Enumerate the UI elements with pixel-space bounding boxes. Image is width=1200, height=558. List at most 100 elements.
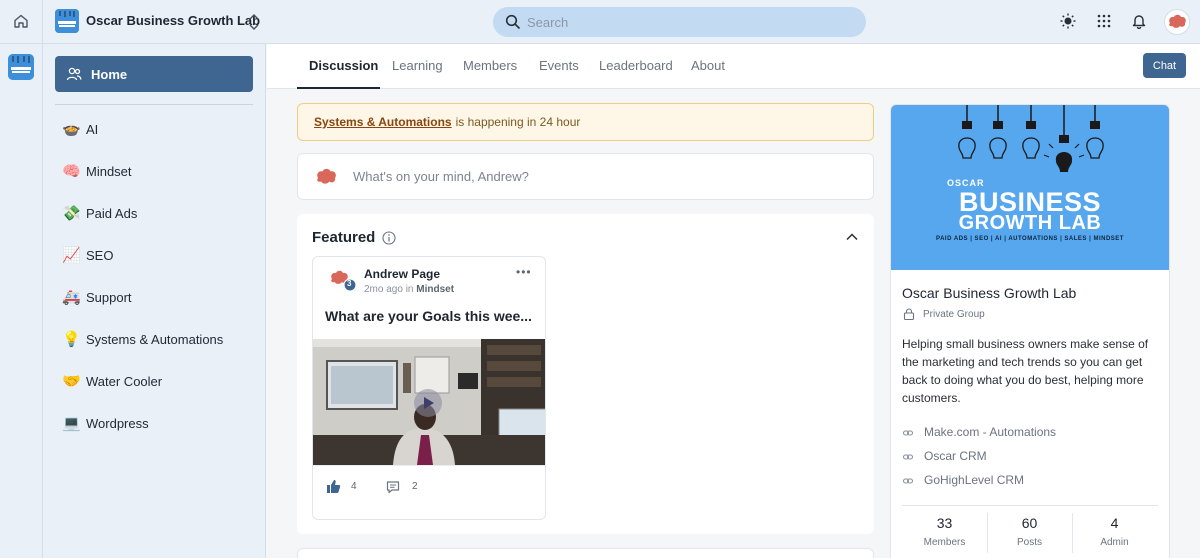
sidebar-item-ai[interactable]: 🍲 AI <box>55 114 253 144</box>
sidebar-item-seo[interactable]: 📈 SEO <box>55 240 253 270</box>
next-post-card[interactable] <box>297 548 874 558</box>
link-label: Make.com - Automations <box>924 425 1057 439</box>
video-thumbnail[interactable] <box>313 339 545 465</box>
sidebar-item-home[interactable]: Home <box>55 56 253 92</box>
tab-learning[interactable]: Learning <box>392 58 443 73</box>
sidebar-item-label: Water Cooler <box>86 373 163 389</box>
post-title[interactable]: What are your Goals this wee... <box>325 308 537 324</box>
stat-value: 33 <box>936 515 953 531</box>
sidebar-item-label: SEO <box>86 247 114 263</box>
tab-about[interactable]: About <box>691 58 725 73</box>
lock-icon <box>903 308 915 321</box>
event-banner-text: is happening in 24 hour <box>455 115 581 129</box>
featured-heading: Featured <box>312 229 396 246</box>
search-input[interactable] <box>527 14 827 30</box>
post-in-word: in <box>405 284 414 295</box>
sidebar-item-systems-automations[interactable]: 💡 Systems & Automations <box>55 324 253 354</box>
tab-discussion[interactable]: Discussion <box>309 58 378 73</box>
stat-label: Admin <box>1100 537 1129 548</box>
channel-emoji-icon: 🤝 <box>62 373 81 390</box>
post-author[interactable]: Andrew Page <box>364 267 440 281</box>
sidebar-item-water-cooler[interactable]: 🤝 Water Cooler <box>55 366 253 396</box>
like-count: 4 <box>351 481 357 492</box>
privacy-label: Private Group <box>923 308 985 320</box>
featured-section: Featured 3 Andrew Page 2mo ago in Mindse… <box>297 214 874 534</box>
stat-value: 60 <box>1021 515 1038 531</box>
user-avatar[interactable] <box>1164 9 1190 35</box>
sidebar-item-support[interactable]: 🚑 Support <box>55 282 253 312</box>
thumbs-up-icon[interactable] <box>326 479 341 494</box>
sidebar-item-label: Home <box>91 66 128 82</box>
link-label: GoHighLevel CRM <box>924 473 1025 487</box>
search-icon <box>505 14 521 30</box>
bell-icon[interactable] <box>1130 12 1148 30</box>
brain-avatar-icon <box>314 168 338 186</box>
group-name[interactable]: Oscar Business Growth Lab <box>86 13 260 28</box>
sidebar-item-paid-ads[interactable]: 💸 Paid Ads <box>55 198 253 228</box>
home-icon[interactable] <box>10 10 32 32</box>
stats-divider <box>902 505 1158 506</box>
featured-title: Featured <box>312 229 376 246</box>
group-switcher-logo[interactable] <box>8 54 34 80</box>
sidebar-divider <box>55 104 253 105</box>
info-icon[interactable] <box>382 230 396 245</box>
sidebar-item-label: AI <box>86 121 99 137</box>
link-icon <box>902 451 914 461</box>
chevron-up-icon[interactable] <box>845 230 859 244</box>
link-icon <box>902 427 914 437</box>
channel-emoji-icon: 🧠 <box>62 163 81 180</box>
level-badge: 3 <box>347 279 352 288</box>
link-icon <box>902 475 914 485</box>
comment-icon[interactable] <box>386 480 400 494</box>
link-oscar-crm[interactable]: Oscar CRM <box>902 449 987 463</box>
active-tab-indicator <box>297 87 380 89</box>
community-rail <box>0 44 42 558</box>
channel-emoji-icon: 💡 <box>62 331 81 348</box>
sidebar-item-label: Paid Ads <box>86 205 138 221</box>
group-logo[interactable] <box>55 9 79 33</box>
stat-posts[interactable]: 60 Posts <box>987 513 1072 557</box>
composer-placeholder: What's on your mind, Andrew? <box>353 169 529 184</box>
privacy-status: Private Group <box>903 308 985 321</box>
users-icon <box>66 66 82 82</box>
chevron-up-down-icon[interactable] <box>247 12 261 32</box>
post-meta: 2mo ago in Mindset <box>364 284 454 295</box>
sidebar-item-label: Systems & Automations <box>86 331 224 347</box>
sidebar-item-wordpress[interactable]: 💻 Wordpress <box>55 408 253 438</box>
sidebar-item-mindset[interactable]: 🧠 Mindset <box>55 156 253 186</box>
channel-emoji-icon: 💻 <box>62 415 81 432</box>
link-make-automations[interactable]: Make.com - Automations <box>902 425 1057 439</box>
channel-emoji-icon: 🚑 <box>62 289 81 306</box>
post-composer[interactable]: What's on your mind, Andrew? <box>297 153 874 200</box>
tab-members[interactable]: Members <box>463 58 517 73</box>
apps-grid-icon[interactable] <box>1095 12 1113 30</box>
stat-value: 4 <box>1110 515 1119 531</box>
stat-admin[interactable]: 4 Admin <box>1072 513 1157 557</box>
cover-tagline: PAID ADS | SEO | AI | AUTOMATIONS | SALE… <box>936 236 1124 242</box>
stat-label: Members <box>923 537 966 548</box>
post-footer: 4 2 <box>313 465 545 519</box>
post-category[interactable]: Mindset <box>416 284 454 295</box>
featured-post-card[interactable]: 3 Andrew Page 2mo ago in Mindset ••• Wha… <box>312 256 546 520</box>
link-gohighlevel-crm[interactable]: GoHighLevel CRM <box>902 473 1025 487</box>
chat-button[interactable]: Chat <box>1143 53 1186 78</box>
stat-members[interactable]: 33 Members <box>902 513 987 557</box>
sidebar-item-label: Mindset <box>86 163 132 179</box>
channel-sidebar: Home 🍲 AI 🧠 Mindset 💸 Paid Ads 📈 SEO 🚑 Suppor… <box>43 44 266 558</box>
tab-leaderboard[interactable]: Leaderboard <box>599 58 673 73</box>
sun-icon[interactable] <box>1059 12 1077 30</box>
cover-subheadline: GROWTH LAB <box>958 212 1102 234</box>
group-description: Helping small business owners make sense… <box>902 337 1149 405</box>
channel-emoji-icon: 🍲 <box>62 121 81 138</box>
event-link[interactable]: Systems & Automations <box>314 115 452 129</box>
search-bar[interactable] <box>493 7 866 37</box>
link-label: Oscar CRM <box>924 449 987 463</box>
sidebar-item-label: Support <box>86 289 132 305</box>
more-options-icon[interactable]: ••• <box>516 265 532 279</box>
group-cover-image: OSCAR BUSINESS GROWTH LAB PAID ADS | SEO… <box>891 105 1169 270</box>
event-banner: Systems & Automations is happening in 24… <box>297 103 874 141</box>
sidebar-item-label: Wordpress <box>86 415 149 431</box>
top-bar: Oscar Business Growth Lab <box>0 0 1200 44</box>
tab-events[interactable]: Events <box>539 58 579 73</box>
author-avatar[interactable]: 3 <box>329 269 359 295</box>
